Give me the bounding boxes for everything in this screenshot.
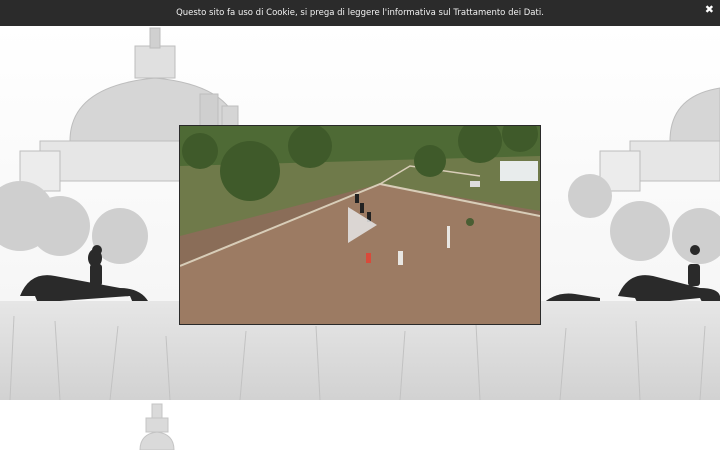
dome-tip-icon [139, 403, 175, 450]
close-icon[interactable]: ✖ [705, 3, 714, 17]
page-lower-area [0, 400, 720, 450]
play-icon[interactable] [345, 205, 379, 245]
cookie-message: Questo sito fa uso di Cookie, si prega d… [176, 8, 544, 18]
cookie-banner: Questo sito fa uso di Cookie, si prega d… [0, 0, 720, 26]
